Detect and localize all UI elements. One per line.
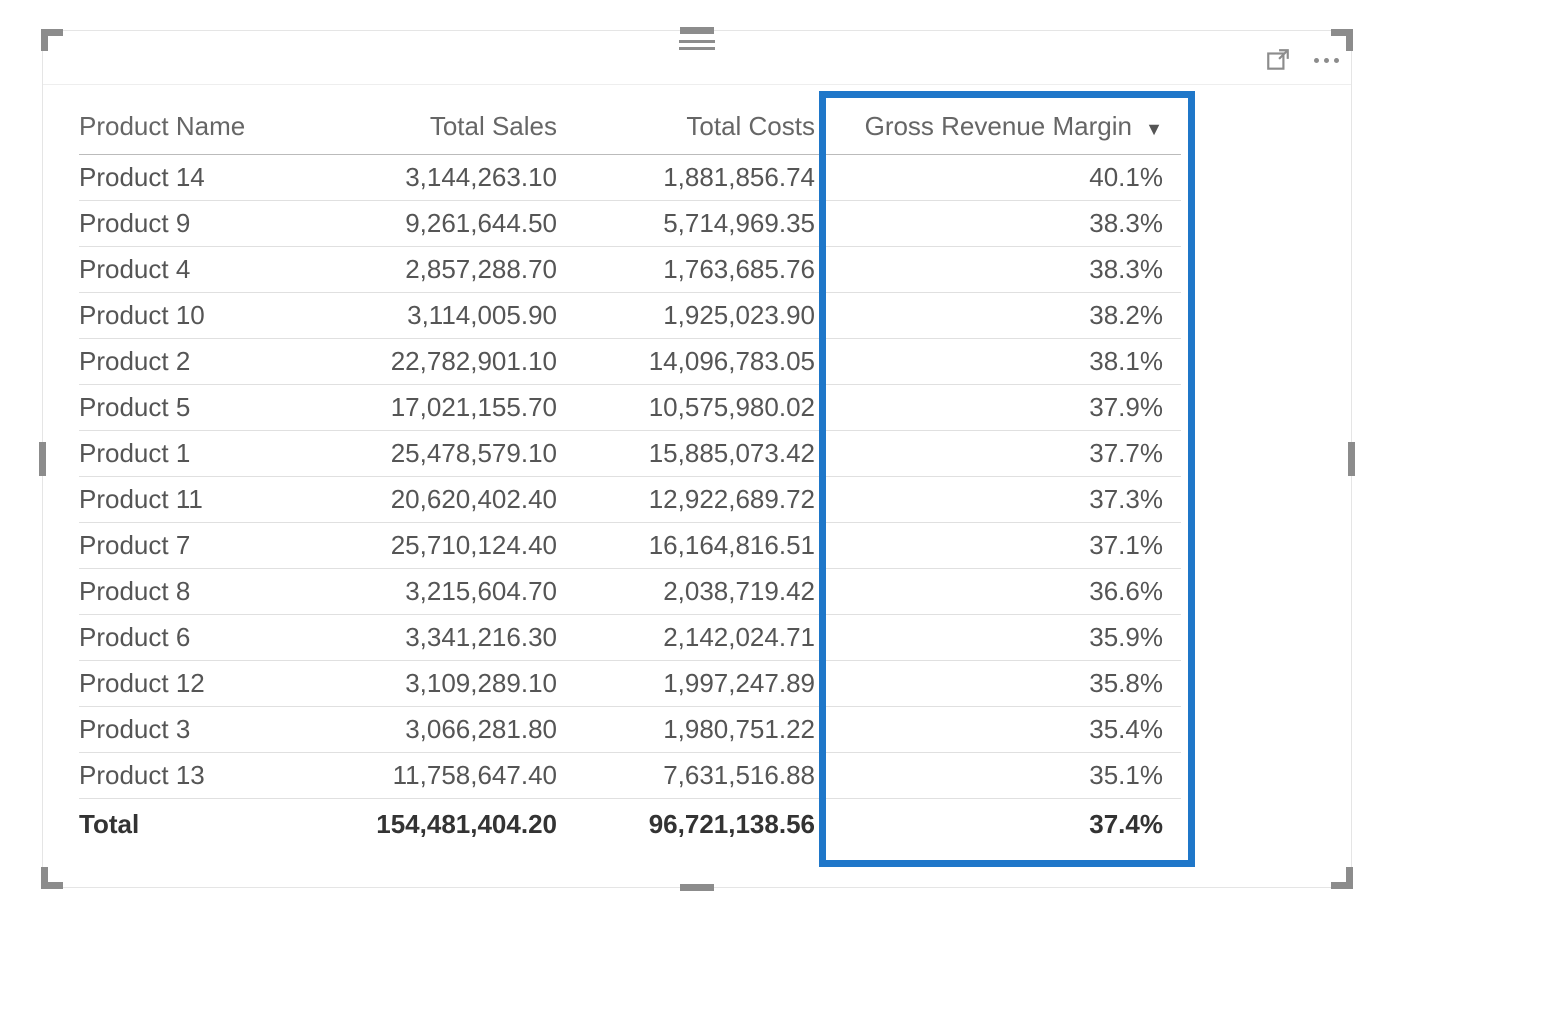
column-header-label: Total Costs [686,111,815,141]
table-area: Product Name Total Sales Total Costs Gro… [43,85,1351,847]
cell-product-name: Product 7 [79,523,317,569]
cell-total-costs: 16,164,816.51 [575,523,833,569]
cell-total-sales: 3,144,263.10 [317,155,575,201]
table-row[interactable]: Product 125,478,579.1015,885,073.4237.7% [79,431,1181,477]
cell-total-costs: 14,096,783.05 [575,339,833,385]
column-header-gross-revenue-margin[interactable]: Gross Revenue Margin ▼ [833,101,1181,155]
focus-mode-button[interactable] [1263,45,1293,75]
cell-product-name: Product 8 [79,569,317,615]
table-row[interactable]: Product 143,144,263.101,881,856.7440.1% [79,155,1181,201]
table-header-row: Product Name Total Sales Total Costs Gro… [79,101,1181,155]
table-row[interactable]: Product 517,021,155.7010,575,980.0237.9% [79,385,1181,431]
cell-total-costs: 5,714,969.35 [575,201,833,247]
cell-product-name: Product 13 [79,753,317,799]
cell-total-costs: 10,575,980.02 [575,385,833,431]
cell-product-name: Product 14 [79,155,317,201]
cell-product-name: Product 12 [79,661,317,707]
cell-total-costs: 2,142,024.71 [575,615,833,661]
table-row[interactable]: Product 725,710,124.4016,164,816.5137.1% [79,523,1181,569]
cell-total-costs: 15,885,073.42 [575,431,833,477]
table-row[interactable]: Product 99,261,644.505,714,969.3538.3% [79,201,1181,247]
total-label: Total [79,799,317,848]
column-header-total-costs[interactable]: Total Costs [575,101,833,155]
cell-total-costs: 1,980,751.22 [575,707,833,753]
table-row[interactable]: Product 42,857,288.701,763,685.7638.3% [79,247,1181,293]
total-sales: 154,481,404.20 [317,799,575,848]
column-header-label: Product Name [79,111,245,141]
cell-product-name: Product 9 [79,201,317,247]
table-visual-container[interactable]: Product Name Total Sales Total Costs Gro… [42,30,1352,888]
focus-mode-icon [1265,47,1291,73]
cell-gross-revenue-margin: 38.3% [833,201,1181,247]
data-table: Product Name Total Sales Total Costs Gro… [79,101,1181,847]
cell-gross-revenue-margin: 35.1% [833,753,1181,799]
cell-total-costs: 1,997,247.89 [575,661,833,707]
cell-product-name: Product 4 [79,247,317,293]
cell-product-name: Product 1 [79,431,317,477]
table-total-row: Total154,481,404.2096,721,138.5637.4% [79,799,1181,848]
cell-gross-revenue-margin: 37.7% [833,431,1181,477]
resize-handle-bottom[interactable] [680,884,714,891]
table-row[interactable]: Product 83,215,604.702,038,719.4236.6% [79,569,1181,615]
table-row[interactable]: Product 1120,620,402.4012,922,689.7237.3… [79,477,1181,523]
cell-gross-revenue-margin: 36.6% [833,569,1181,615]
cell-gross-revenue-margin: 37.9% [833,385,1181,431]
cell-total-sales: 3,066,281.80 [317,707,575,753]
cell-total-sales: 3,215,604.70 [317,569,575,615]
cell-total-sales: 25,710,124.40 [317,523,575,569]
cell-gross-revenue-margin: 40.1% [833,155,1181,201]
cell-total-costs: 1,763,685.76 [575,247,833,293]
resize-handle-bottom-left[interactable] [41,882,63,889]
cell-gross-revenue-margin: 37.1% [833,523,1181,569]
cell-product-name: Product 10 [79,293,317,339]
cell-total-sales: 3,341,216.30 [317,615,575,661]
visual-header-actions [1263,45,1341,75]
cell-product-name: Product 2 [79,339,317,385]
cell-gross-revenue-margin: 35.8% [833,661,1181,707]
cell-total-costs: 1,925,023.90 [575,293,833,339]
cell-product-name: Product 6 [79,615,317,661]
cell-gross-revenue-margin: 35.4% [833,707,1181,753]
cell-product-name: Product 5 [79,385,317,431]
cell-total-sales: 2,857,288.70 [317,247,575,293]
cell-gross-revenue-margin: 38.2% [833,293,1181,339]
column-header-label: Total Sales [430,111,557,141]
cell-total-costs: 7,631,516.88 [575,753,833,799]
table-row[interactable]: Product 123,109,289.101,997,247.8935.8% [79,661,1181,707]
table-row[interactable]: Product 103,114,005.901,925,023.9038.2% [79,293,1181,339]
cell-total-sales: 20,620,402.40 [317,477,575,523]
drag-grip-icon[interactable] [677,37,717,53]
cell-gross-revenue-margin: 37.3% [833,477,1181,523]
cell-total-sales: 9,261,644.50 [317,201,575,247]
cell-gross-revenue-margin: 35.9% [833,615,1181,661]
cell-gross-revenue-margin: 38.3% [833,247,1181,293]
cell-total-sales: 3,109,289.10 [317,661,575,707]
cell-total-sales: 11,758,647.40 [317,753,575,799]
column-header-label: Gross Revenue Margin [865,111,1132,141]
total-margin: 37.4% [833,799,1181,848]
cell-total-sales: 22,782,901.10 [317,339,575,385]
cell-product-name: Product 3 [79,707,317,753]
total-costs: 96,721,138.56 [575,799,833,848]
sort-descending-icon: ▼ [1145,119,1163,139]
column-header-total-sales[interactable]: Total Sales [317,101,575,155]
cell-total-sales: 17,021,155.70 [317,385,575,431]
cell-gross-revenue-margin: 38.1% [833,339,1181,385]
cell-total-sales: 25,478,579.10 [317,431,575,477]
cell-product-name: Product 11 [79,477,317,523]
cell-total-sales: 3,114,005.90 [317,293,575,339]
ellipsis-icon [1314,58,1339,63]
cell-total-costs: 2,038,719.42 [575,569,833,615]
resize-handle-bottom-right[interactable] [1331,882,1353,889]
table-row[interactable]: Product 1311,758,647.407,631,516.8835.1% [79,753,1181,799]
table-row[interactable]: Product 63,341,216.302,142,024.7135.9% [79,615,1181,661]
visual-header [43,31,1351,85]
table-row[interactable]: Product 222,782,901.1014,096,783.0538.1% [79,339,1181,385]
column-header-product-name[interactable]: Product Name [79,101,317,155]
more-options-button[interactable] [1311,45,1341,75]
table-row[interactable]: Product 33,066,281.801,980,751.2235.4% [79,707,1181,753]
cell-total-costs: 1,881,856.74 [575,155,833,201]
cell-total-costs: 12,922,689.72 [575,477,833,523]
